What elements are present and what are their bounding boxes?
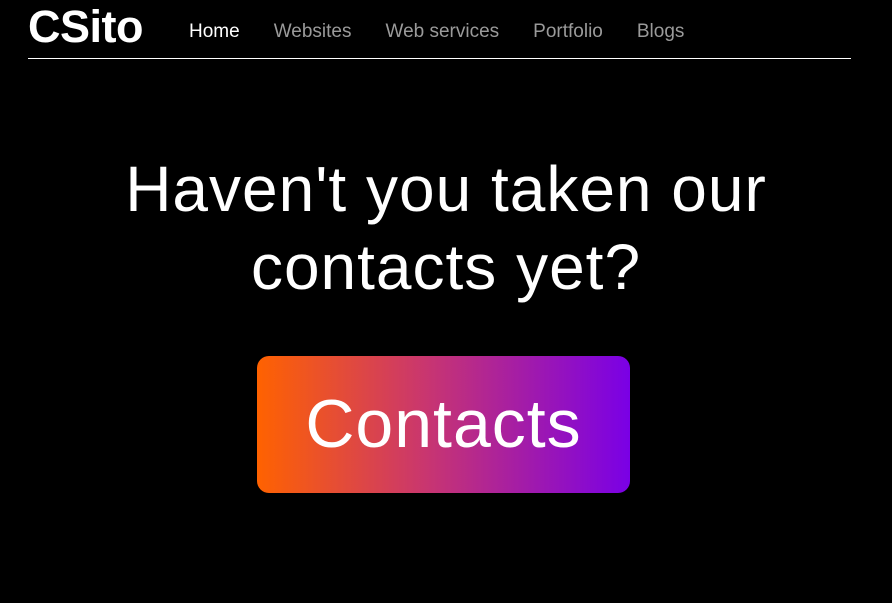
hero-headline-line-2: contacts yet? bbox=[250, 231, 642, 303]
contacts-button[interactable]: Contacts bbox=[257, 356, 630, 493]
hero-headline: Haven't you taken our contacts yet? bbox=[0, 150, 892, 306]
nav-link-portfolio[interactable]: Portfolio bbox=[533, 20, 603, 44]
main-nav: Home Websites Web services Portfolio Blo… bbox=[189, 20, 684, 44]
page: CSito Home Websites Web services Portfol… bbox=[0, 0, 892, 603]
nav-link-web-services[interactable]: Web services bbox=[385, 20, 499, 44]
nav-link-home[interactable]: Home bbox=[189, 20, 240, 44]
nav-link-websites[interactable]: Websites bbox=[274, 20, 352, 44]
hero-headline-line-1: Haven't you taken our bbox=[125, 153, 767, 225]
nav-link-blogs[interactable]: Blogs bbox=[637, 20, 685, 44]
navbar: CSito Home Websites Web services Portfol… bbox=[28, 0, 851, 59]
site-logo[interactable]: CSito bbox=[28, 3, 144, 51]
